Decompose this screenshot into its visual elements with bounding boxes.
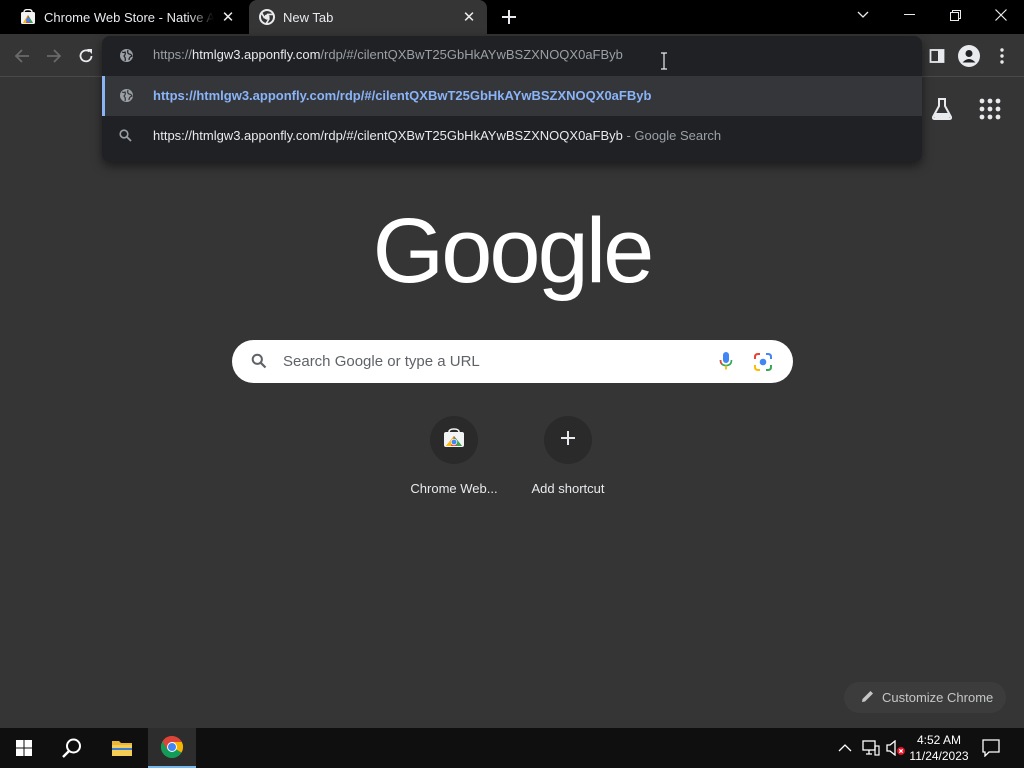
taskbar-chrome-icon[interactable] — [148, 728, 196, 768]
ntp-search-box[interactable]: Search Google or type a URL — [232, 340, 793, 383]
address-bar[interactable]: https://htmlgw3.apponfly.com/rdp/#/cilen… — [102, 36, 922, 76]
taskbar-clock[interactable]: 4:52 AM 11/24/2023 — [904, 732, 974, 764]
tab-title: Chrome Web Store - Native Ame — [44, 9, 214, 25]
notification-center-icon[interactable] — [982, 728, 1000, 768]
reload-icon[interactable] — [72, 42, 100, 70]
network-icon[interactable] — [862, 728, 880, 768]
tab-new-tab[interactable]: New Tab ✕ — [249, 0, 487, 34]
tab-chrome-web-store[interactable]: Chrome Web Store - Native Ame ✕ — [0, 0, 246, 34]
search-icon — [251, 353, 267, 374]
new-tab-button[interactable] — [497, 5, 521, 29]
chrome-web-store-icon — [443, 427, 465, 453]
close-tab-icon[interactable]: ✕ — [461, 9, 477, 26]
omnibox-dropdown: https://htmlgw3.apponfly.com/rdp/#/cilen… — [102, 36, 922, 162]
chrome-window: Chrome Web Store - Native Ame ✕ New Tab … — [0, 0, 1024, 768]
clock-time: 4:52 AM — [916, 733, 962, 747]
pencil-icon — [861, 690, 874, 706]
file-explorer-icon[interactable] — [98, 728, 146, 768]
tab-strip: Chrome Web Store - Native Ame ✕ New Tab … — [0, 0, 1024, 34]
shortcut-tile — [430, 416, 478, 464]
chrome-icon — [259, 9, 275, 25]
url-path: /rdp/#/cilentQXBwT25GbHkAYwBSZXNOQX0aFBy… — [320, 47, 623, 62]
show-hidden-icons[interactable] — [838, 728, 852, 768]
suggestion-query: https://htmlgw3.apponfly.com/rdp/#/cilen… — [153, 128, 623, 143]
address-bar-text[interactable]: https://htmlgw3.apponfly.com/rdp/#/cilen… — [153, 47, 623, 62]
minimize-icon[interactable] — [886, 0, 932, 30]
taskbar-search-icon[interactable] — [48, 728, 96, 768]
url-prefix: https:// — [153, 47, 193, 62]
close-tab-icon[interactable]: ✕ — [220, 9, 236, 26]
clock-date: 11/24/2023 — [909, 749, 969, 763]
restore-icon[interactable] — [932, 0, 978, 30]
windows-taskbar: 4:52 AM 11/24/2023 — [0, 728, 1024, 768]
close-window-icon[interactable] — [978, 0, 1024, 30]
add-shortcut-button[interactable]: Add shortcut — [512, 416, 624, 506]
google-apps-icon[interactable] — [977, 96, 1003, 122]
chrome-labs-icon[interactable] — [929, 96, 955, 122]
more-menu-icon[interactable] — [988, 42, 1016, 70]
search-placeholder: Search Google or type a URL — [283, 353, 480, 370]
customize-chrome-button[interactable]: Customize Chrome — [844, 682, 1006, 713]
customize-chrome-label: Customize Chrome — [882, 690, 994, 705]
omnibox-suggestion-url[interactable]: https://htmlgw3.apponfly.com/rdp/#/cilen… — [102, 76, 922, 116]
plus-icon — [560, 430, 576, 451]
forward-icon[interactable] — [40, 42, 68, 70]
tab-title: New Tab — [283, 9, 334, 25]
chrome-web-store-icon — [20, 9, 36, 25]
windows-start-icon[interactable] — [0, 728, 48, 768]
search-icon — [119, 129, 132, 145]
side-panel-icon[interactable] — [923, 42, 951, 70]
text-cursor-icon — [660, 52, 667, 70]
suggestion-text: https://htmlgw3.apponfly.com/rdp/#/cilen… — [153, 128, 721, 143]
shortcut-label: Add shortcut — [531, 481, 605, 496]
omnibox-suggestion-search[interactable]: https://htmlgw3.apponfly.com/rdp/#/cilen… — [102, 116, 922, 156]
volume-muted-icon[interactable] — [886, 728, 906, 768]
back-icon[interactable] — [8, 42, 36, 70]
url-host: htmlgw3.apponfly.com — [192, 47, 321, 62]
globe-icon — [119, 88, 134, 106]
shortcut-chrome-web-store[interactable]: Chrome Web... — [398, 416, 510, 506]
globe-icon — [119, 48, 134, 68]
profile-avatar-icon[interactable] — [955, 42, 983, 70]
google-lens-icon[interactable] — [753, 352, 773, 377]
suggestion-suffix: - Google Search — [622, 128, 722, 143]
google-logo: Google — [372, 199, 655, 302]
suggestion-text: https://htmlgw3.apponfly.com/rdp/#/cilen… — [153, 88, 652, 103]
shortcut-label: Chrome Web... — [410, 481, 498, 496]
tab-search-icon[interactable] — [840, 0, 886, 30]
voice-search-icon[interactable] — [719, 351, 733, 376]
shortcut-tile — [544, 416, 592, 464]
